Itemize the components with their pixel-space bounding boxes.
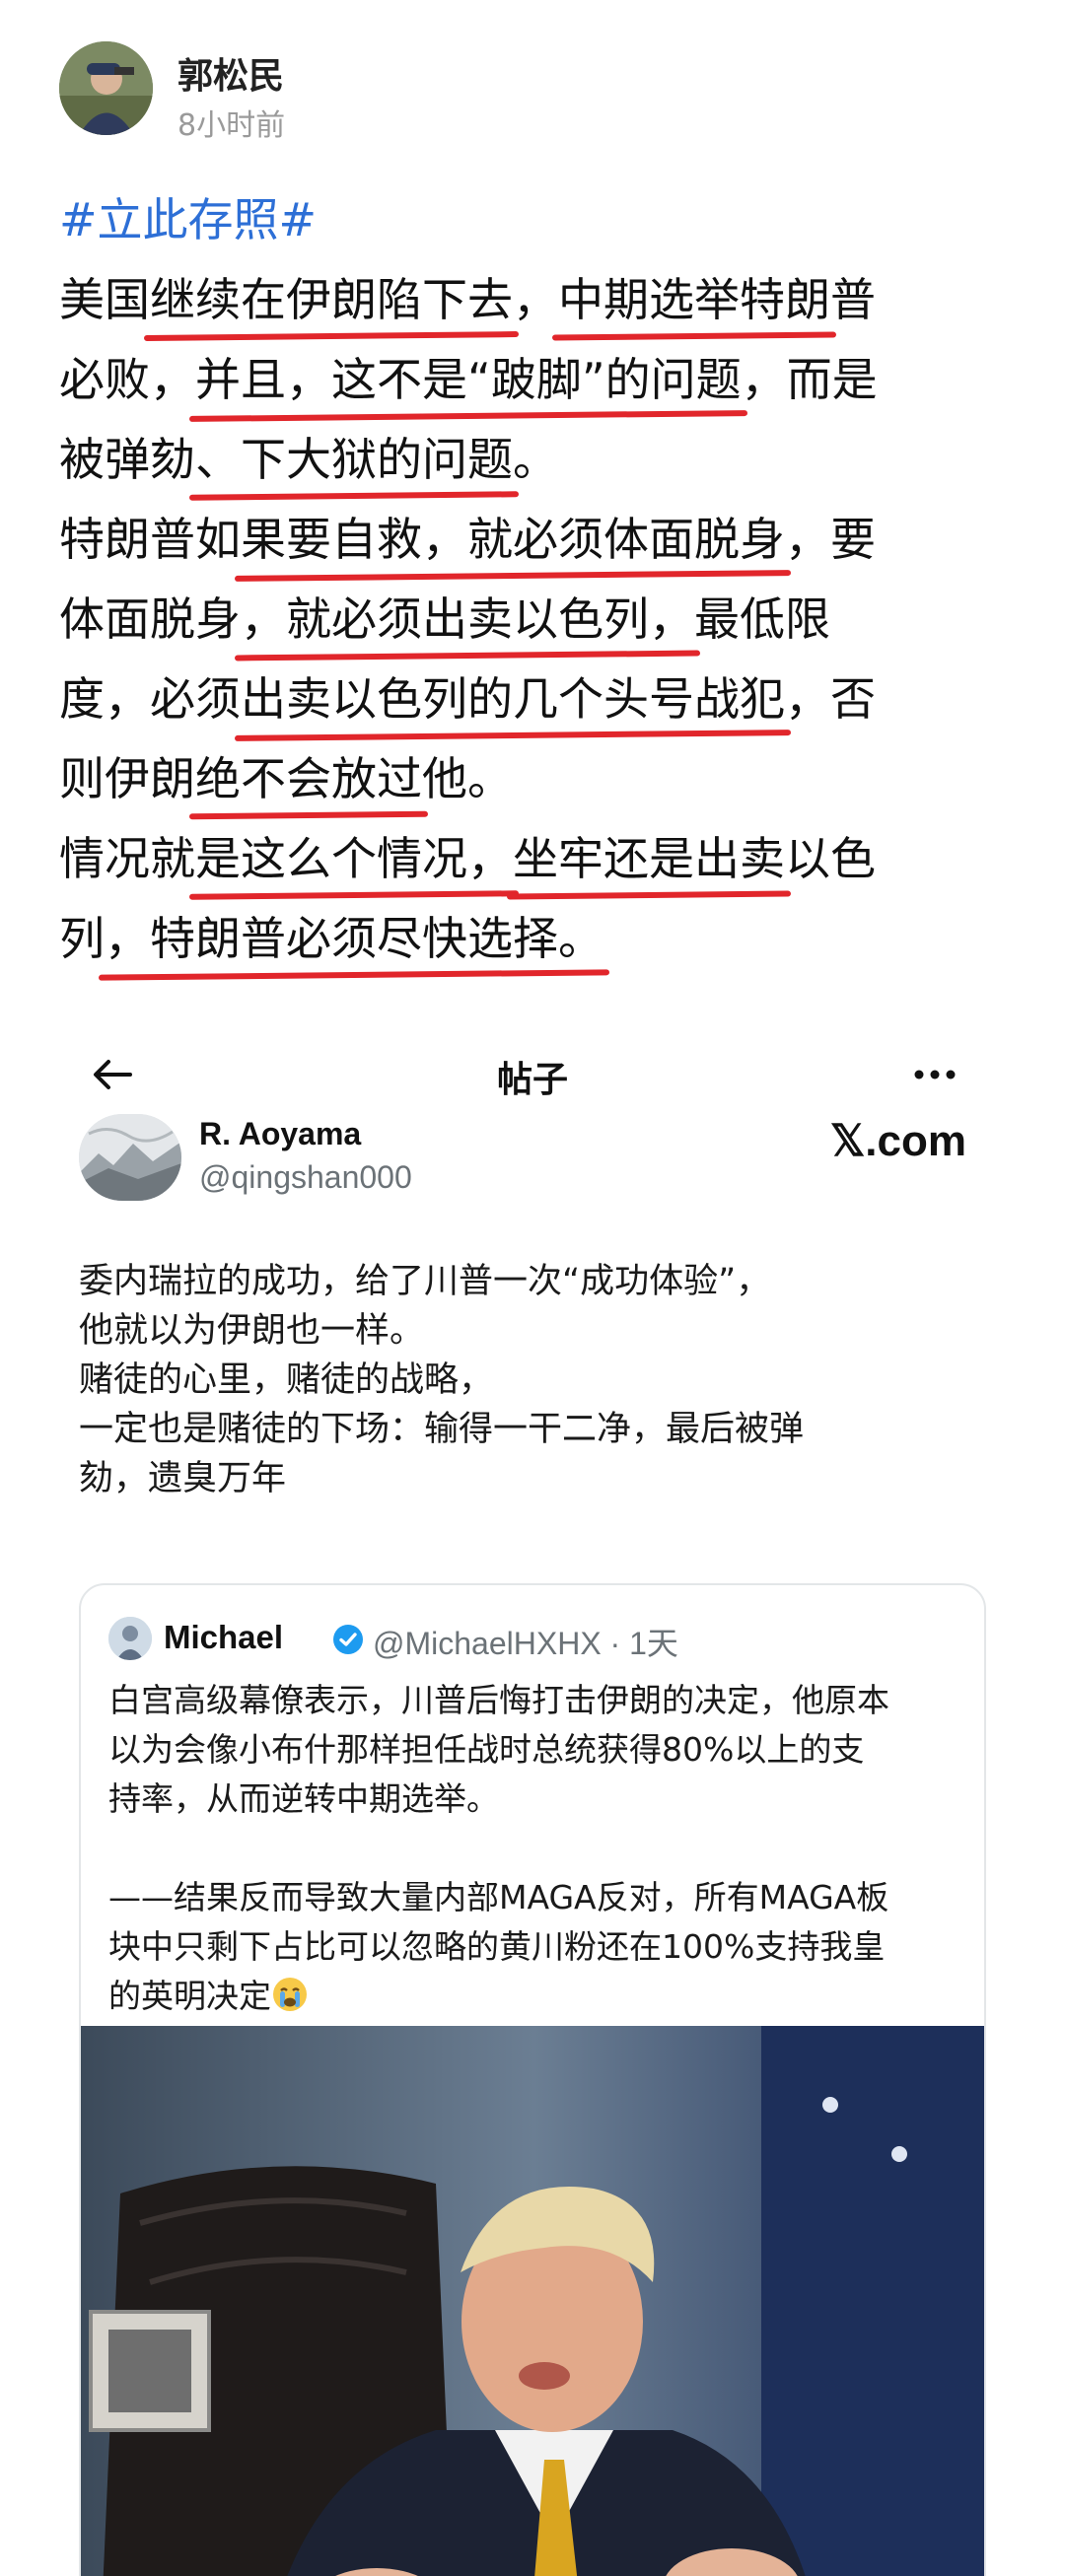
post-text-line: 必败，并且，这不是“跛脚”的问题，而是 xyxy=(59,340,1006,420)
quoted-text-line: 白宫高级幕僚表示，川普后悔打击伊朗的决定，他原本 xyxy=(108,1676,966,1725)
quoted-text-line: 以为会像小布什那样担任战时总统获得80%以上的支 xyxy=(108,1725,966,1775)
text-segment: 情况就 xyxy=(59,832,195,885)
text-segment: 他。 xyxy=(422,752,513,805)
underlined-segment: 果要自救，就必须体面脱身 xyxy=(241,500,785,580)
text-segment: ，而是 xyxy=(741,353,878,406)
tweet-avatar[interactable] xyxy=(79,1114,181,1201)
text-segment: 体面脱身 xyxy=(59,592,241,646)
tweet-text-line: 他就以为伊朗也一样。 xyxy=(79,1311,425,1351)
quoted-author-name[interactable]: Michael xyxy=(164,1619,283,1656)
tweet-text: 委内瑞拉的成功，给了川普一次“成功体验”， 他就以为伊朗也一样。赌徒的心里，赌徒的… xyxy=(79,1257,966,1503)
underlined-segment: 绝不会放过 xyxy=(195,739,422,819)
post-text-line: 则伊朗绝不会放过他。 xyxy=(59,739,1006,819)
quoted-text: 的英明决定 xyxy=(108,1977,271,2015)
post-text-line: 被弹劾、下大狱的问题。 xyxy=(59,420,1006,500)
tweet-author-name[interactable]: R. Aoyama xyxy=(199,1116,361,1152)
tweet-author-handle[interactable]: @qingshan000 xyxy=(199,1159,412,1196)
text-segment: 。 xyxy=(513,433,558,486)
crying-face-icon xyxy=(273,1978,307,2011)
hashtag-link[interactable]: #立此存照# xyxy=(59,185,1006,254)
more-dots-icon[interactable] xyxy=(911,1053,958,1096)
text-segment: 被弹劾 xyxy=(59,433,195,486)
text-segment: 美国 xyxy=(59,273,150,326)
author-name[interactable]: 郭松民 xyxy=(178,47,284,99)
quoted-text-line: 持率，从而逆转中期选举。 xyxy=(108,1775,966,1824)
tweet-text-line: 一定也是赌徒的下场：输得一干二净，最后被弹 xyxy=(79,1410,805,1449)
quoted-author-handle[interactable]: @MichaelHXHX · 1天 xyxy=(373,1619,678,1664)
text-segment: 最低限 xyxy=(694,592,830,646)
text-segment: 特朗普如 xyxy=(59,513,241,566)
verified-badge-icon xyxy=(333,1625,363,1654)
text-segment: 普 xyxy=(830,273,876,326)
tweet-text-line: 劾，遗臭万年 xyxy=(79,1459,287,1498)
quoted-text: ——结果反而导致大量内部MAGA反对，所有MAGA板 xyxy=(108,1878,889,1916)
quoted-tweet-card[interactable]: Michael @MichaelHXHX · 1天 白宫高级幕僚表示，川普后悔打… xyxy=(79,1583,986,2576)
quoted-avatar[interactable] xyxy=(108,1617,152,1660)
post-text-line: 列，特朗普必须尽快选择。 xyxy=(59,899,1006,979)
nav-title: 帖子 xyxy=(496,1060,568,1100)
text-segment: ， xyxy=(513,273,558,326)
text-segment: 则伊朗 xyxy=(59,752,195,805)
post-header: 郭松民 8小时前 xyxy=(59,41,1006,143)
underlined-segment: 并且，这不是“跛脚”的问题 xyxy=(195,340,742,420)
post-body: #立此存照# 美国继续在伊朗陷下去，中期选举特朗普 必败，并且，这不是“跛脚”的问… xyxy=(59,185,1006,979)
text-segment: ，否 xyxy=(785,672,876,726)
text-segment: 度，必须 xyxy=(59,672,241,726)
post-time: 8小时前 xyxy=(178,108,286,143)
post-text-line: 度，必须出卖以色列的几个头号战犯，否 xyxy=(59,660,1006,739)
post-text-line: 体面脱身，就必须出卖以色列，最低限 xyxy=(59,580,1006,660)
post-text-line: 美国继续在伊朗陷下去，中期选举特朗普 xyxy=(59,260,1006,340)
quoted-tweet-text: 白宫高级幕僚表示，川普后悔打击伊朗的决定，他原本 以为会像小布什那样担任战时总统获… xyxy=(108,1676,966,2021)
underlined-segment: 继续在伊朗陷下去 xyxy=(150,260,513,340)
tweet-text-line: 委内瑞拉的成功，给了川普一次“成功体验”， xyxy=(79,1262,771,1301)
underlined-segment: ，就必须出卖以色列， xyxy=(241,580,694,660)
post-text: 美国继续在伊朗陷下去，中期选举特朗普 必败，并且，这不是“跛脚”的问题，而是 被弹劾… xyxy=(59,260,1006,979)
underlined-segment: 是这么个情况， xyxy=(195,819,513,899)
text-segment: 必败， xyxy=(59,353,195,406)
quoted-text: 持率，从而逆转中期选举。 xyxy=(108,1779,499,1818)
tweet-header: R. Aoyama @qingshan000 𝕏.com xyxy=(79,1114,986,1222)
quoted-text: 块中只剩下占比可以忽略的黄川粉还在100%支持我皇 xyxy=(108,1927,886,1966)
underlined-segment: ，特朗普必须尽快选择。 xyxy=(105,899,604,979)
text-segment: 列 xyxy=(59,912,105,965)
quoted-text: 白宫高级幕僚表示，川普后悔打击伊朗的决定，他原本 xyxy=(108,1681,889,1719)
underlined-segment: 坐牢还是出卖 xyxy=(513,819,785,899)
underlined-segment: 中期选举特朗 xyxy=(558,260,830,340)
underlined-segment: 出卖以色列的几个头号战犯 xyxy=(241,660,785,739)
quoted-text-line: 块中只剩下占比可以忽略的黄川粉还在100%支持我皇 xyxy=(108,1922,966,1972)
x-logo: 𝕏.com xyxy=(829,1117,966,1165)
post-text-line: 情况就是这么个情况，坐牢还是出卖以色 xyxy=(59,819,1006,899)
text-segment: ，要 xyxy=(785,513,876,566)
quoted-text-line: ——结果反而导致大量内部MAGA反对，所有MAGA板 xyxy=(108,1873,966,1922)
quoted-text: 以为会像小布什那样担任战时总统获得80%以上的支 xyxy=(108,1730,865,1769)
quoted-text-line: 的英明决定 xyxy=(108,1972,966,2021)
quoted-tweet-header: Michael @MichaelHXHX · 1天 xyxy=(108,1615,957,1664)
post-text-line: 特朗普如果要自救，就必须体面脱身，要 xyxy=(59,500,1006,580)
tweet-text-line: 赌徒的心里，赌徒的战略， xyxy=(79,1360,494,1400)
quoted-tweet-photo[interactable] xyxy=(81,2026,984,2576)
text-segment: 以色 xyxy=(785,832,876,885)
underlined-segment: 、下大狱的问题 xyxy=(195,420,513,500)
author-avatar[interactable] xyxy=(59,41,153,135)
embedded-nav-bar: 帖子 xyxy=(0,1035,1065,1114)
